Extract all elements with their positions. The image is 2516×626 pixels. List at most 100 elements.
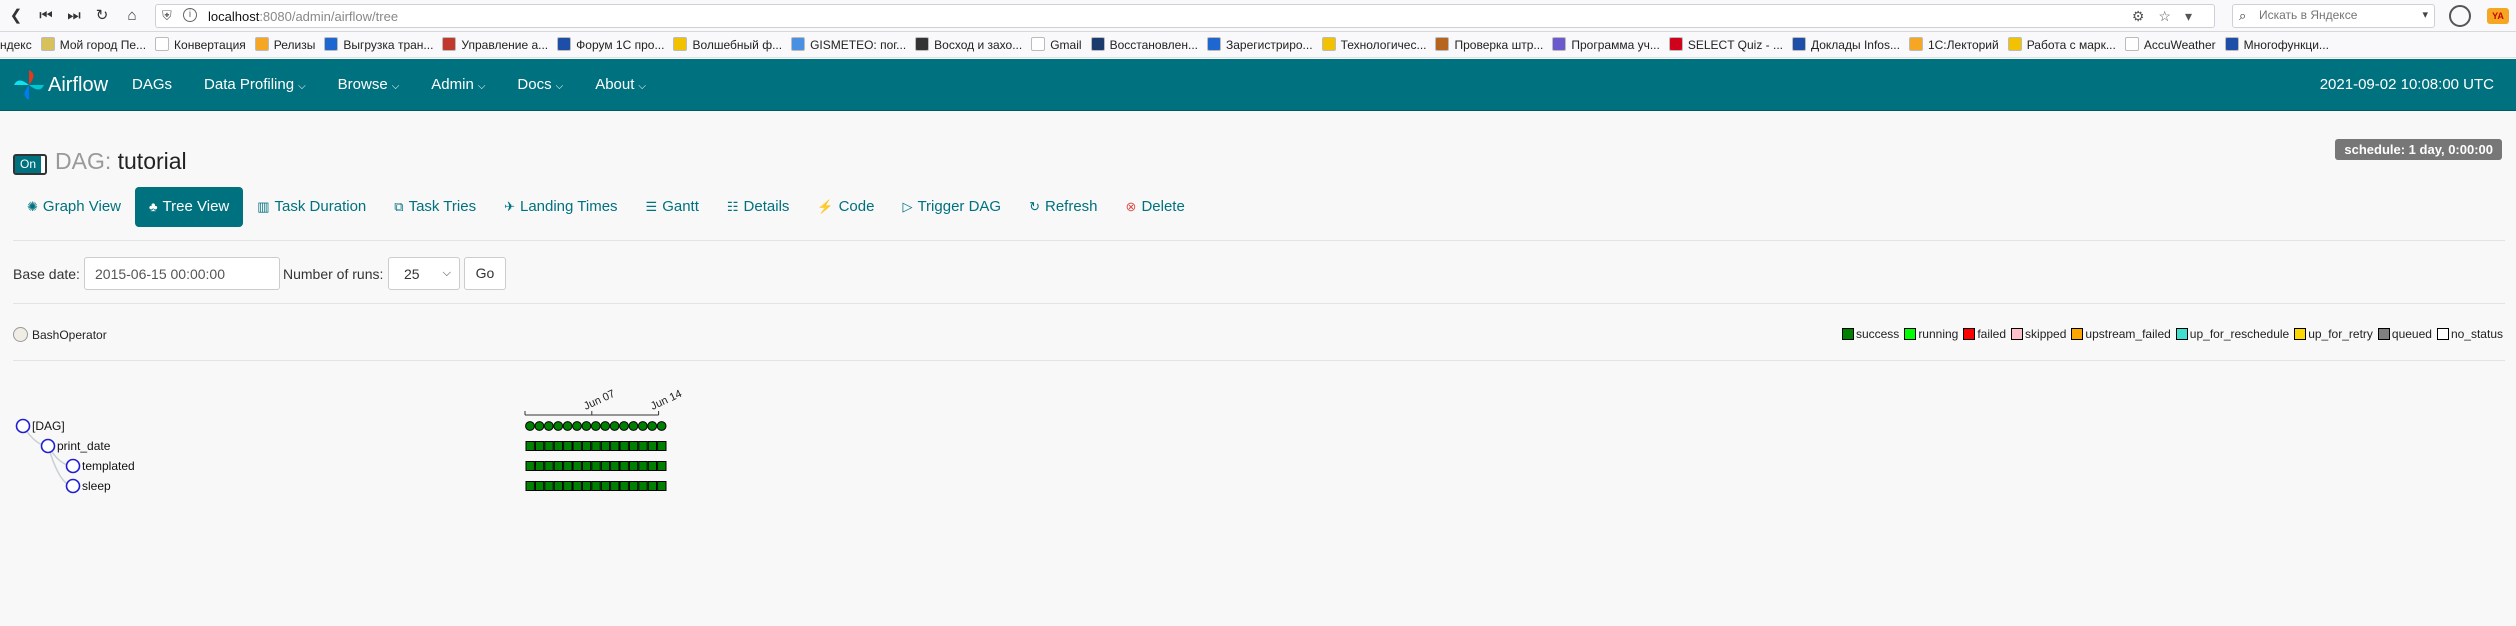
task-instance-square[interactable]	[591, 461, 601, 471]
dag-run-circle[interactable]	[543, 421, 554, 431]
base-date-input[interactable]	[84, 257, 280, 290]
tab-landing-times[interactable]: ✈ Landing Times	[490, 187, 631, 227]
bookmark-item[interactable]: 1С:Лекторий	[1908, 32, 2008, 57]
task-instance-square[interactable]	[647, 441, 658, 451]
bookmark-item[interactable]: Мой город Пе...	[40, 32, 155, 57]
tree-node-label[interactable]: print_date	[57, 439, 111, 453]
user-avatar-icon[interactable]	[2449, 5, 2471, 27]
bookmark-item[interactable]: Форум 1С про...	[557, 32, 673, 57]
dag-run-circle[interactable]	[619, 421, 629, 431]
dag-run-circle[interactable]	[534, 421, 545, 431]
bookmark-item[interactable]: Восстановлен...	[1090, 32, 1207, 57]
task-instance-square[interactable]	[572, 441, 582, 451]
info-icon[interactable]: i	[183, 8, 197, 22]
bookmark-item[interactable]: Управление а...	[442, 32, 557, 57]
task-instance-square[interactable]	[619, 481, 629, 491]
bookmark-item[interactable]: ндекс	[0, 32, 41, 57]
task-instance-square[interactable]	[544, 461, 554, 471]
dag-run-circle[interactable]	[590, 421, 601, 431]
task-instance-square[interactable]	[553, 441, 564, 451]
bookmark-item[interactable]: Восход и захо...	[915, 32, 1031, 57]
bookmark-star-icon[interactable]: ☆	[2158, 8, 2185, 24]
tree-node-circle[interactable]	[40, 438, 56, 454]
dag-run-circle[interactable]	[656, 421, 667, 431]
dag-run-circle[interactable]	[647, 421, 658, 431]
skip-back-icon[interactable]: ⏮	[36, 6, 56, 26]
nav-item-docs[interactable]: Docs ⌵	[517, 59, 577, 111]
back-icon[interactable]: ❮	[6, 6, 26, 26]
bookmark-item[interactable]: AccuWeather	[2124, 32, 2225, 57]
task-instance-square[interactable]	[525, 441, 535, 451]
task-instance-square[interactable]	[657, 481, 667, 491]
task-instance-square[interactable]	[563, 461, 573, 471]
task-instance-square[interactable]	[591, 441, 601, 451]
task-instance-square[interactable]	[619, 461, 629, 471]
dag-run-circle[interactable]	[628, 421, 639, 431]
bookmark-item[interactable]: GISMETEO: пог...	[791, 32, 915, 57]
task-instance-square[interactable]	[647, 481, 658, 491]
dag-run-circle[interactable]	[562, 421, 573, 431]
tree-node-circle[interactable]	[15, 418, 31, 434]
task-instance-square[interactable]	[534, 461, 545, 471]
skip-forward-icon[interactable]: ⏭	[64, 6, 84, 26]
bookmark-item[interactable]: Доклады Infos...	[1791, 32, 1909, 57]
tree-node-circle[interactable]	[65, 458, 81, 474]
task-instance-square[interactable]	[610, 461, 620, 471]
task-instance-square[interactable]	[628, 461, 639, 471]
tab-details[interactable]: ☷ Details	[713, 187, 804, 227]
bookmark-item[interactable]: Зарегистриро...	[1206, 32, 1322, 57]
task-instance-square[interactable]	[563, 481, 573, 491]
task-instance-square[interactable]	[581, 441, 592, 451]
bookmark-item[interactable]: SELECT Quiz - ...	[1668, 32, 1792, 57]
task-instance-square[interactable]	[581, 461, 592, 471]
dag-run-circle[interactable]	[637, 421, 648, 431]
task-instance-square[interactable]	[657, 441, 667, 451]
address-bar[interactable]: ⛨ i localhost:8080/admin/airflow/tree ⚙☆…	[155, 4, 2215, 28]
dag-run-circle[interactable]	[572, 421, 582, 431]
tab-tree-view[interactable]: ♣ Tree View	[135, 187, 244, 227]
task-instance-square[interactable]	[600, 461, 611, 471]
dag-run-circle[interactable]	[581, 421, 592, 431]
task-instance-square[interactable]	[525, 481, 535, 491]
task-instance-square[interactable]	[553, 461, 564, 471]
tree-node-label[interactable]: templated	[82, 459, 135, 473]
nav-item-admin[interactable]: Admin ⌵	[431, 59, 499, 111]
task-instance-square[interactable]	[657, 461, 667, 471]
extension-icon[interactable]: YA	[2487, 8, 2509, 24]
task-instance-square[interactable]	[525, 461, 535, 471]
bookmark-item[interactable]: Проверка штр...	[1435, 32, 1552, 57]
bookmark-item[interactable]: Волшебный ф...	[673, 32, 791, 57]
tree-node-label[interactable]: [DAG]	[32, 419, 65, 433]
tab-code[interactable]: ⚡ Code	[803, 187, 888, 227]
translate-icon[interactable]: ⚙	[2132, 8, 2159, 24]
task-instance-square[interactable]	[544, 481, 554, 491]
nav-item-about[interactable]: About ⌵	[595, 59, 660, 111]
bookmark-item[interactable]: Gmail	[1031, 32, 1090, 57]
task-instance-square[interactable]	[600, 441, 611, 451]
task-instance-square[interactable]	[563, 441, 573, 451]
dag-run-circle[interactable]	[600, 421, 611, 431]
chevron-down-icon[interactable]: ▾	[2185, 8, 2206, 24]
bookmark-item[interactable]: Технологичес...	[1321, 32, 1436, 57]
tab-task-tries[interactable]: ⧉ Task Tries	[380, 187, 490, 227]
tab-delete[interactable]: ⊗ Delete	[1112, 187, 1199, 227]
task-instance-square[interactable]	[534, 481, 545, 491]
bookmark-item[interactable]: Программа уч...	[1552, 32, 1668, 57]
nav-item-browse[interactable]: Browse ⌵	[338, 59, 414, 111]
dag-run-circle[interactable]	[553, 421, 564, 431]
bookmark-item[interactable]: Многофункци...	[2224, 32, 2338, 57]
bookmark-item[interactable]: Конвертация	[155, 32, 255, 57]
task-instance-square[interactable]	[619, 441, 629, 451]
task-instance-square[interactable]	[628, 481, 639, 491]
chevron-down-icon[interactable]: ▾	[2422, 8, 2428, 21]
task-instance-square[interactable]	[544, 441, 554, 451]
task-instance-square[interactable]	[572, 461, 582, 471]
task-instance-square[interactable]	[628, 441, 639, 451]
tab-task-duration[interactable]: ▥ Task Duration	[243, 187, 380, 227]
tab-trigger-dag[interactable]: ▷ Trigger DAG	[888, 187, 1015, 227]
dag-pause-toggle[interactable]: On	[13, 154, 47, 175]
bookmark-item[interactable]: Выгрузка тран...	[324, 32, 442, 57]
task-instance-square[interactable]	[572, 481, 582, 491]
num-runs-select[interactable]: 25 ⌵	[388, 257, 460, 290]
tab-gantt[interactable]: ☰ Gantt	[632, 187, 713, 227]
